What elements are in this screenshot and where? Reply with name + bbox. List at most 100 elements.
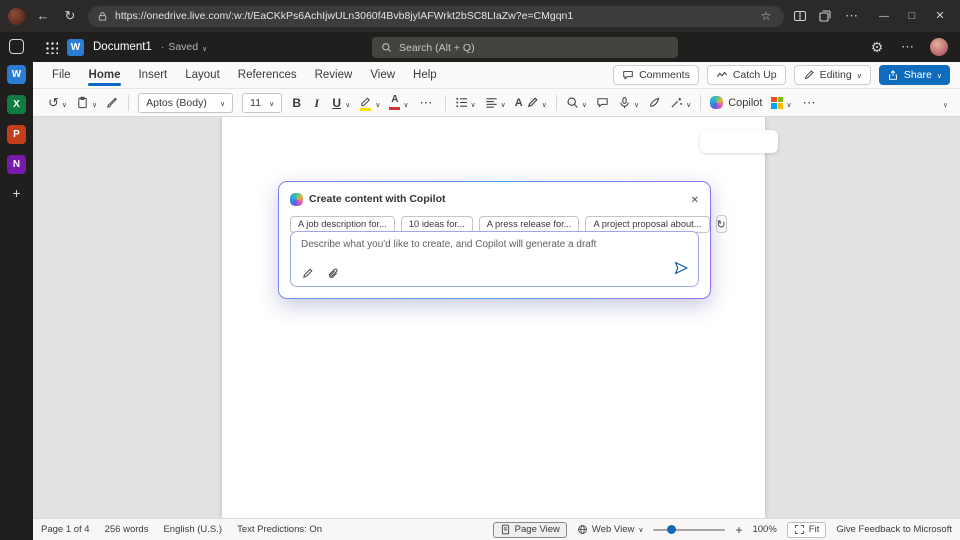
rewrite-button[interactable] xyxy=(670,94,691,112)
fit-label: Fit xyxy=(809,524,820,535)
comments-label: Comments xyxy=(639,69,690,81)
back-icon[interactable] xyxy=(34,7,52,25)
tab-references[interactable]: References xyxy=(229,62,306,88)
address-bar[interactable]: https://onedrive.live.com/:w:/t/EaCKkPs6… xyxy=(88,6,784,27)
paste-button[interactable] xyxy=(76,94,97,112)
tab-insert[interactable]: Insert xyxy=(129,62,176,88)
language-status[interactable]: English (U.S.) xyxy=(163,524,222,535)
tab-home[interactable]: Home xyxy=(80,62,130,88)
refresh-suggestions-icon[interactable] xyxy=(716,215,727,233)
chevron-down-icon xyxy=(62,94,67,112)
browser-actions xyxy=(793,7,861,25)
collections-icon[interactable] xyxy=(818,9,832,23)
more-font-options-icon[interactable] xyxy=(418,94,436,112)
browser-menu-icon[interactable] xyxy=(843,7,861,25)
search-input[interactable]: Search (Alt + Q) xyxy=(372,37,678,58)
add-ins-button[interactable] xyxy=(771,94,791,112)
split-screen-icon[interactable] xyxy=(793,9,807,23)
paperclip-icon[interactable] xyxy=(327,267,340,280)
feedback-link[interactable]: Give Feedback to Microsoft xyxy=(836,524,952,535)
italic-button[interactable]: I xyxy=(311,97,322,109)
compose-pen-icon[interactable] xyxy=(301,267,314,280)
catch-up-button[interactable]: Catch Up xyxy=(707,65,786,85)
collapsed-comments-card[interactable] xyxy=(700,130,778,153)
tab-help[interactable]: Help xyxy=(404,62,446,88)
window-controls xyxy=(872,6,952,26)
font-size-select[interactable]: 11 xyxy=(242,93,282,113)
editor-button[interactable] xyxy=(648,96,661,109)
settings-gear-icon[interactable] xyxy=(868,38,886,57)
tab-review[interactable]: Review xyxy=(306,62,362,88)
zoom-slider[interactable] xyxy=(653,529,725,531)
bold-button[interactable]: B xyxy=(291,97,302,109)
word-logo-icon[interactable]: W xyxy=(67,39,84,56)
collapse-ribbon-icon[interactable] xyxy=(943,94,948,112)
underline-button[interactable]: U xyxy=(331,94,350,112)
sidebar-item-onenote[interactable]: N xyxy=(7,155,26,174)
highlight-button[interactable] xyxy=(359,94,380,112)
document-title[interactable]: Document1 xyxy=(93,41,152,53)
sidebar-item-powerpoint[interactable]: P xyxy=(7,125,26,144)
alignment-button[interactable] xyxy=(485,94,506,112)
share-button[interactable]: Share xyxy=(879,65,950,85)
add-app-icon[interactable] xyxy=(12,185,20,201)
suggestion-chip[interactable]: A project proposal about... xyxy=(585,216,709,233)
styles-letter: A xyxy=(515,97,523,109)
font-size-value: 11 xyxy=(250,97,261,109)
fit-button[interactable]: Fit xyxy=(787,522,827,538)
toolbar-overflow-icon[interactable] xyxy=(801,94,819,112)
page-count[interactable]: Page 1 of 4 xyxy=(41,524,90,535)
undo-button[interactable]: ↺ xyxy=(48,94,67,112)
dictate-button[interactable] xyxy=(618,94,639,112)
office-home-icon[interactable] xyxy=(9,39,24,54)
document-page[interactable] xyxy=(222,117,765,518)
chevron-down-icon xyxy=(92,94,97,112)
catch-up-icon xyxy=(716,69,728,81)
suggestion-chip[interactable]: A press release for... xyxy=(479,216,580,233)
close-icon[interactable] xyxy=(691,190,699,208)
url-text: https://onedrive.live.com/:w:/t/EaCKkPs6… xyxy=(115,10,750,22)
suggestion-chip[interactable]: 10 ideas for... xyxy=(401,216,473,233)
minimize-icon[interactable] xyxy=(872,6,896,26)
comments-button[interactable]: Comments xyxy=(613,65,699,85)
new-comment-button[interactable] xyxy=(596,96,609,109)
app-launcher-icon[interactable] xyxy=(45,41,58,54)
tab-layout[interactable]: Layout xyxy=(176,62,229,88)
tab-file[interactable]: File xyxy=(43,62,80,88)
save-status[interactable]: · Saved xyxy=(161,38,207,56)
maximize-icon[interactable] xyxy=(900,6,924,26)
page-view-button[interactable]: Page View xyxy=(493,522,567,538)
sidebar-item-word[interactable]: W xyxy=(7,65,26,84)
browser-profile-avatar[interactable] xyxy=(8,8,25,25)
copilot-button[interactable]: Copilot xyxy=(710,96,762,109)
user-avatar[interactable] xyxy=(930,38,948,56)
styles-button[interactable]: A xyxy=(515,94,547,112)
editing-mode-button[interactable]: Editing xyxy=(794,65,871,85)
zoom-in-icon[interactable] xyxy=(735,523,742,537)
sidebar-item-excel[interactable]: X xyxy=(7,95,26,114)
font-name-select[interactable]: Aptos (Body) xyxy=(138,93,233,113)
chevron-down-icon xyxy=(403,94,408,112)
favorites-star-icon[interactable] xyxy=(757,7,775,25)
web-view-label: Web View xyxy=(592,524,634,535)
web-view-button[interactable]: Web View xyxy=(577,524,644,535)
find-button[interactable] xyxy=(566,94,587,112)
refresh-icon[interactable] xyxy=(61,7,79,25)
close-window-icon[interactable] xyxy=(928,6,952,26)
header-more-icon[interactable] xyxy=(899,38,917,56)
suggestion-chip[interactable]: A job description for... xyxy=(290,216,395,233)
copilot-prompt-input[interactable]: Describe what you'd like to create, and … xyxy=(290,231,699,287)
bullet-list-icon xyxy=(455,96,468,109)
bullets-button[interactable] xyxy=(455,94,476,112)
zoom-slider-thumb[interactable] xyxy=(667,525,676,534)
search-icon xyxy=(381,42,392,53)
ribbon-right-actions: Comments Catch Up Editing Share xyxy=(613,65,950,85)
word-count[interactable]: 256 words xyxy=(105,524,149,535)
format-painter-button[interactable] xyxy=(106,96,119,109)
text-predictions-status[interactable]: Text Predictions: On xyxy=(237,524,322,535)
font-color-button[interactable]: A xyxy=(389,94,408,112)
send-button[interactable] xyxy=(673,260,689,281)
tab-view[interactable]: View xyxy=(361,62,404,88)
chevron-down-icon xyxy=(202,38,207,56)
zoom-level[interactable]: 100% xyxy=(752,524,776,535)
